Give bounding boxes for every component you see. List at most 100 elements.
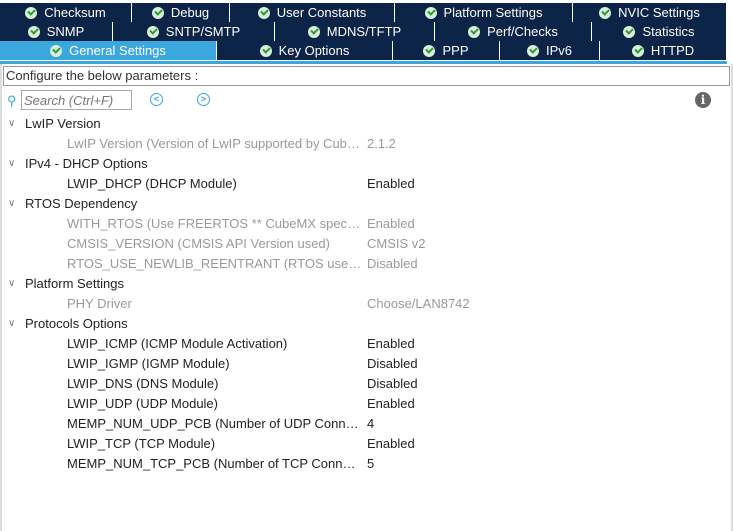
group-header[interactable]: ∨ Platform Settings	[0, 274, 720, 294]
previous-match-icon[interactable]: <	[150, 93, 163, 106]
tab-sntp-smtp[interactable]: SNTP/SMTP	[113, 22, 275, 41]
parameter-name: LWIP_DNS (DNS Module)	[67, 376, 219, 391]
parameter-row[interactable]: LWIP_TCP (TCP Module) Enabled	[0, 434, 720, 454]
check-icon	[468, 25, 481, 38]
tab-user-constants[interactable]: User Constants	[230, 3, 395, 22]
parameter-name: MEMP_NUM_UDP_PCB (Number of UDP Connecti…	[67, 416, 362, 431]
tab-key-options[interactable]: Key Options	[217, 41, 393, 60]
check-icon	[259, 44, 272, 57]
tab-row: SNMP SNTP/SMTP MDNS/TFTP Perf/Checks Statist…	[0, 22, 727, 41]
tab-label: Platform Settings	[443, 5, 543, 20]
tab-label: PPP	[442, 43, 469, 58]
parameter-value[interactable]: Disabled	[367, 354, 418, 374]
parameter-value[interactable]: Disabled	[367, 374, 418, 394]
parameter-value: CMSIS v2	[367, 236, 426, 251]
parameter-name: LWIP_IGMP (IGMP Module)	[67, 356, 230, 371]
check-icon	[307, 25, 320, 38]
check-icon	[599, 6, 612, 19]
tab-perf-checks[interactable]: Perf/Checks	[435, 22, 592, 41]
group-header[interactable]: ∨ RTOS Dependency	[0, 194, 720, 214]
parameter-value[interactable]: Enabled	[367, 394, 415, 414]
check-icon	[623, 25, 636, 38]
parameter-row[interactable]: PHY Driver Choose/LAN8742	[0, 294, 720, 314]
chevron-down-icon[interactable]: ∨	[8, 314, 15, 334]
tab-label: NVIC Settings	[618, 5, 700, 20]
tab-label: Key Options	[278, 43, 350, 58]
check-icon	[424, 6, 437, 19]
parameter-value: 2.1.2	[367, 136, 396, 151]
parameter-value[interactable]: Enabled	[367, 174, 415, 194]
parameter-row[interactable]: CMSIS_VERSION (CMSIS API Version used) CM…	[0, 234, 720, 254]
tab-general-settings[interactable]: General Settings	[0, 41, 217, 60]
next-match-icon[interactable]: >	[197, 93, 210, 106]
check-icon	[257, 6, 270, 19]
group-label: RTOS Dependency	[25, 196, 138, 211]
parameter-name: RTOS_USE_NEWLIB_REENTRANT (RTOS used wit…	[67, 256, 362, 271]
parameter-row[interactable]: LWIP_DNS (DNS Module) Disabled	[0, 374, 720, 394]
parameter-row[interactable]: MEMP_NUM_TCP_PCB (Number of TCP Connecti…	[0, 454, 720, 474]
parameter-row[interactable]: LwIP Version (Version of LwIP supported …	[0, 134, 720, 154]
group-header[interactable]: ∨ IPv4 - DHCP Options	[0, 154, 720, 174]
tab-label: Statistics	[642, 24, 695, 39]
tab-row: General Settings Key Options PPP IPv6 HTTPD	[0, 41, 727, 60]
check-icon	[50, 44, 63, 57]
check-icon	[146, 25, 159, 38]
check-icon	[151, 6, 164, 19]
tab-statistics[interactable]: Statistics	[592, 22, 727, 41]
search-input[interactable]	[21, 90, 132, 110]
chevron-down-icon[interactable]: ∨	[8, 194, 15, 214]
check-icon	[25, 6, 38, 19]
tab-row: Checksum Debug User Constants Platform Sett…	[0, 3, 727, 22]
info-icon[interactable]: i	[695, 92, 711, 108]
parameter-name: LWIP_ICMP (ICMP Module Activation)	[67, 336, 288, 351]
tab-ppp[interactable]: PPP	[393, 41, 500, 60]
parameter-value[interactable]: 4	[367, 414, 374, 434]
tab-label: SNMP	[46, 24, 85, 39]
group-header[interactable]: ∨ LwIP Version	[0, 114, 720, 134]
chevron-down-icon[interactable]: ∨	[8, 274, 15, 294]
parameter-row[interactable]: LWIP_IGMP (IGMP Module) Disabled	[0, 354, 720, 374]
tab-label: HTTPD	[650, 43, 695, 58]
parameter-name: LWIP_TCP (TCP Module)	[67, 436, 216, 451]
parameter-value[interactable]: 5	[367, 454, 374, 474]
parameter-row[interactable]: LWIP_UDP (UDP Module) Enabled	[0, 394, 720, 414]
parameter-value[interactable]: Enabled	[367, 434, 415, 454]
parameter-name: MEMP_NUM_TCP_PCB (Number of TCP Connecti…	[67, 456, 362, 471]
parameter-row[interactable]: LWIP_ICMP (ICMP Module Activation) Enable…	[0, 334, 720, 354]
parameter-row[interactable]: RTOS_USE_NEWLIB_REENTRANT (RTOS used wit…	[0, 254, 720, 274]
tab-httpd[interactable]: HTTPD	[600, 41, 727, 60]
tab-label: MDNS/TFTP	[326, 24, 402, 39]
tab-snmp[interactable]: SNMP	[0, 22, 113, 41]
tab-label: User Constants	[276, 5, 367, 20]
parameter-name: WITH_RTOS (Use FREERTOS ** CubeMX specif…	[67, 216, 362, 231]
tab-label: SNTP/SMTP	[165, 24, 241, 39]
tab-mdns-tftp[interactable]: MDNS/TFTP	[275, 22, 435, 41]
parameter-value: Disabled	[367, 256, 418, 271]
group-label: LwIP Version	[25, 116, 101, 131]
parameter-name: LwIP Version (Version of LwIP supported …	[67, 136, 362, 151]
tab-checksum[interactable]: Checksum	[0, 3, 132, 22]
tab-platform-settings[interactable]: Platform Settings	[395, 3, 573, 22]
check-icon	[631, 44, 644, 57]
parameter-name: LWIP_UDP (UDP Module)	[67, 396, 218, 411]
parameter-name: PHY Driver	[67, 296, 132, 311]
check-icon	[526, 44, 539, 57]
group-header[interactable]: ∨ Protocols Options	[0, 314, 720, 334]
parameter-row[interactable]: MEMP_NUM_UDP_PCB (Number of UDP Connecti…	[0, 414, 720, 434]
group-label: Platform Settings	[25, 276, 124, 291]
config-label: Configure the below parameters :	[3, 66, 730, 86]
tab-ipv6[interactable]: IPv6	[500, 41, 600, 60]
chevron-down-icon[interactable]: ∨	[8, 114, 15, 134]
parameter-row[interactable]: WITH_RTOS (Use FREERTOS ** CubeMX specif…	[0, 214, 720, 234]
tab-label: IPv6	[545, 43, 572, 58]
search-icon: ⚲	[7, 93, 17, 108]
parameter-row[interactable]: LWIP_DHCP (DHCP Module) Enabled	[0, 174, 720, 194]
parameter-value[interactable]: Enabled	[367, 334, 415, 354]
tab-nvic-settings[interactable]: NVIC Settings	[573, 3, 727, 22]
chevron-down-icon[interactable]: ∨	[8, 154, 15, 174]
tab-label: Checksum	[44, 5, 106, 20]
tab-debug[interactable]: Debug	[132, 3, 230, 22]
tab-label: Perf/Checks	[487, 24, 558, 39]
tab-label: General Settings	[69, 43, 166, 58]
check-icon	[27, 25, 40, 38]
